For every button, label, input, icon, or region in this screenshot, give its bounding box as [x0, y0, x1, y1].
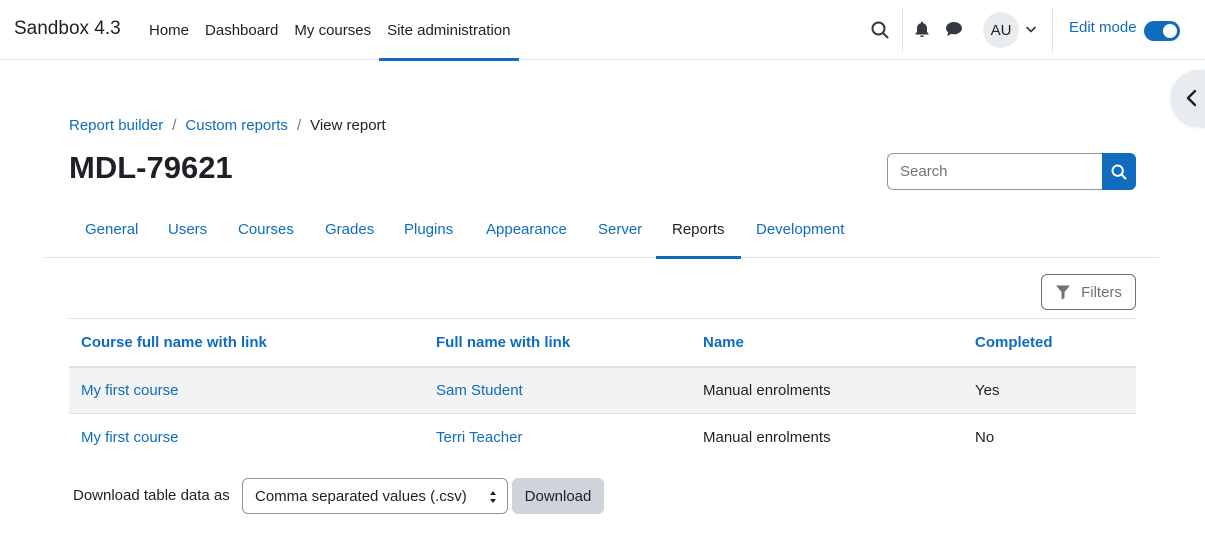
search-input[interactable]: [887, 153, 1103, 190]
tab-server[interactable]: Server: [598, 201, 642, 258]
nav-item-site-administration[interactable]: Site administration: [379, 0, 519, 61]
nav-item-home[interactable]: Home: [141, 0, 197, 60]
toggle-knob: [1163, 24, 1177, 38]
course-link[interactable]: My first course: [69, 366, 424, 414]
select-arrows-icon: [490, 491, 496, 503]
completed-cell: No: [975, 428, 995, 446]
download-button[interactable]: Download: [512, 478, 604, 514]
table-row: My first course Sam Student Manual enrol…: [69, 366, 1136, 414]
tab-grades[interactable]: Grades: [325, 201, 374, 258]
edit-mode-toggle[interactable]: [1144, 21, 1180, 41]
open-drawer-button[interactable]: [1171, 70, 1205, 126]
bell-icon[interactable]: [911, 18, 933, 40]
chevron-down-icon[interactable]: [1024, 22, 1038, 36]
download-label: Download table data as: [73, 487, 230, 504]
navbar-divider: [902, 8, 903, 52]
tab-reports[interactable]: Reports: [656, 201, 740, 259]
report-table: Course full name with link Full name wit…: [69, 318, 1136, 461]
enrolment-method-cell: Manual enrolments: [703, 428, 831, 446]
filter-icon: [1056, 285, 1071, 300]
user-link[interactable]: Sam Student: [424, 366, 691, 414]
column-header-completed[interactable]: Completed: [963, 318, 1136, 368]
navbar-divider: [1052, 8, 1053, 52]
user-avatar[interactable]: AU: [983, 12, 1019, 48]
filters-label: Filters: [1081, 283, 1122, 301]
course-link[interactable]: My first course: [69, 414, 424, 461]
search-icon[interactable]: [866, 16, 894, 44]
table-header-row: Course full name with link Full name wit…: [69, 318, 1136, 368]
tab-development[interactable]: Development: [756, 201, 844, 258]
primary-navigation: Home Dashboard My courses Site administr…: [141, 0, 519, 61]
edit-mode-label: Edit mode: [1069, 19, 1137, 36]
download-format-value: Comma separated values (.csv): [255, 487, 467, 505]
search-icon: [1111, 164, 1127, 179]
secondary-navigation: General Users Courses Grades Plugins App…: [45, 201, 1159, 259]
nav-item-my-courses[interactable]: My courses: [286, 0, 379, 60]
column-header-name[interactable]: Name: [691, 318, 963, 368]
breadcrumb-custom-reports[interactable]: Custom reports: [185, 117, 288, 134]
breadcrumb-report-builder[interactable]: Report builder: [69, 117, 163, 134]
search-submit-button[interactable]: [1102, 153, 1136, 190]
nav-item-dashboard[interactable]: Dashboard: [197, 0, 286, 60]
column-header-full-name[interactable]: Full name with link: [424, 318, 691, 368]
column-header-course-full-name[interactable]: Course full name with link: [69, 318, 424, 368]
site-brand[interactable]: Sandbox 4.3: [14, 18, 121, 40]
tab-users[interactable]: Users: [168, 201, 207, 258]
filters-button[interactable]: Filters: [1041, 274, 1136, 310]
tab-appearance[interactable]: Appearance: [486, 201, 567, 258]
top-navbar: Sandbox 4.3 Home Dashboard My courses Si…: [0, 0, 1205, 61]
tab-courses[interactable]: Courses: [238, 201, 294, 258]
breadcrumb-separator: /: [172, 117, 177, 134]
breadcrumb: Report builder / Custom reports / View r…: [69, 117, 386, 134]
completed-cell: Yes: [963, 366, 1136, 414]
breadcrumb-current: View report: [310, 117, 386, 134]
tab-general[interactable]: General: [85, 201, 138, 258]
admin-search: [887, 153, 1136, 190]
enrolment-method-cell: Manual enrolments: [691, 366, 963, 414]
tab-plugins[interactable]: Plugins: [404, 201, 453, 258]
table-row: My first course Terri Teacher Manual enr…: [69, 414, 1136, 461]
chat-icon[interactable]: [942, 18, 966, 40]
page-title: MDL-79621: [69, 150, 233, 185]
user-link[interactable]: Terri Teacher: [424, 414, 691, 461]
download-format-select[interactable]: Comma separated values (.csv): [242, 478, 508, 514]
chevron-left-icon: [1186, 89, 1197, 107]
breadcrumb-separator: /: [296, 117, 302, 134]
